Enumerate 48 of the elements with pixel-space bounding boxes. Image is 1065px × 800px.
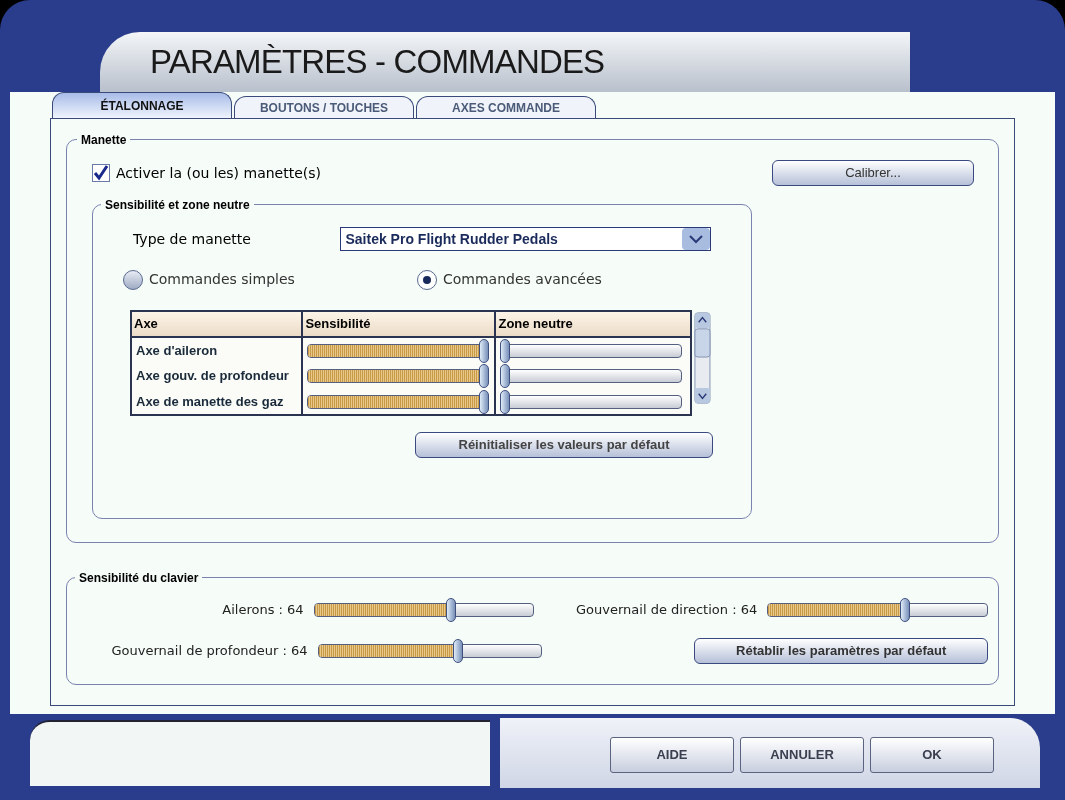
slider-thumb[interactable] [500,338,511,363]
radio-label: Commandes avancées [443,270,602,289]
column-header: Axe [131,311,303,337]
checkmark-icon [93,165,109,181]
slider-thumb[interactable] [452,639,463,663]
slider[interactable] [500,338,683,363]
slider-label: Ailerons : 64 [221,601,305,620]
tab[interactable]: ÉTALONNAGE [52,92,232,118]
slider-thumb[interactable] [500,389,511,414]
column-header: Zone neutre [495,311,692,337]
slider-thumb[interactable] [479,389,490,414]
checkbox-label: Activer la (ou les) manette(s) [116,163,321,183]
slider-thumb[interactable] [500,364,511,388]
slider[interactable] [317,639,543,663]
slider[interactable] [500,364,683,388]
column-header: Sensibilité [302,311,496,337]
slider[interactable] [307,364,490,388]
window-title: PARAMÈTRES - COMMANDES [150,42,605,83]
tab[interactable]: AXES COMMANDE [416,96,596,118]
reset-defaults-button[interactable]: Réinitialiser les valeurs par défaut [415,432,713,458]
calibrate-button[interactable]: Calibrer... [772,160,974,186]
slider-thumb[interactable] [446,598,457,622]
radio-button[interactable] [417,269,437,290]
slider-thumb[interactable] [479,364,490,388]
slider-thumb[interactable] [479,338,490,363]
slider[interactable] [313,598,535,622]
slider-label: Gouvernail de profondeur : 64 [110,642,309,661]
slider[interactable] [767,598,988,622]
slider[interactable] [500,389,683,414]
dialog-button[interactable]: OK [870,737,994,773]
joystick-type-dropdown[interactable]: Saitek Pro Flight Rudder Pedals [340,227,711,251]
tab[interactable]: BOUTONS / TOUCHES [234,96,414,118]
scrollbar[interactable] [694,310,711,406]
slider-label: Gouvernail de direction : 64 [575,601,759,620]
field-label: Type de manette [133,229,252,249]
radio-button[interactable] [123,269,143,290]
dialog-button[interactable]: AIDE [610,737,734,773]
checkbox[interactable] [92,164,110,182]
table-cell: Axe de manette des gaz [131,389,303,415]
table-cell: Axe gouv. de profondeur [131,363,303,389]
reset-defaults-button[interactable]: Rétablir les paramètres par défaut [694,638,988,664]
dropdown-value: Saitek Pro Flight Rudder Pedals [345,229,558,249]
slider-thumb[interactable] [900,598,910,622]
radio-label: Commandes simples [149,270,295,289]
dialog-button[interactable]: ANNULER [740,737,864,773]
slider[interactable] [307,338,490,363]
table-cell: Axe d'aileron [131,337,303,363]
slider[interactable] [307,389,490,414]
